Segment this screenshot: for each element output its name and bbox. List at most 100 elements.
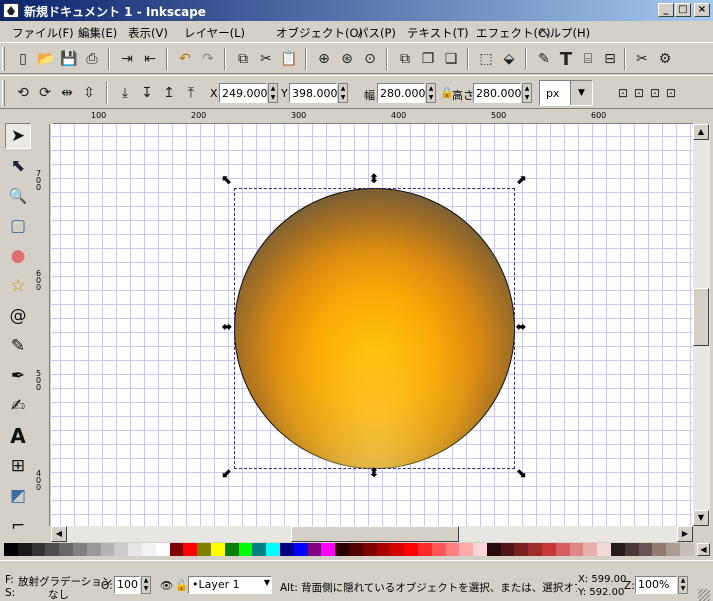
maximize-button[interactable]: □ — [675, 3, 691, 17]
import-icon[interactable]: ⇥ — [116, 48, 138, 70]
color-swatch[interactable] — [569, 543, 584, 556]
color-swatch[interactable] — [335, 543, 349, 556]
width-input[interactable]: 280.000 — [377, 83, 426, 103]
spiral-tool-icon[interactable]: @ — [5, 303, 31, 329]
color-swatch[interactable] — [666, 543, 681, 556]
height-input[interactable]: 280.000 — [473, 83, 522, 103]
color-swatch[interactable] — [72, 543, 87, 556]
color-swatch[interactable] — [266, 543, 280, 556]
color-swatch[interactable] — [169, 543, 184, 556]
horizontal-scroll-thumb[interactable] — [291, 526, 459, 542]
color-swatch[interactable] — [155, 543, 170, 556]
unlink-clone-icon[interactable]: ❏ — [440, 48, 462, 70]
menu-path[interactable]: パス(P) — [357, 25, 396, 41]
toolbar-grip[interactable] — [2, 80, 5, 106]
new-document-icon[interactable]: ▯ — [12, 48, 34, 70]
color-swatch[interactable] — [680, 543, 694, 556]
close-button[interactable]: × — [694, 3, 710, 17]
scale-handle-s[interactable]: ⬍ — [367, 467, 381, 481]
text-font-icon[interactable]: T — [555, 48, 577, 70]
duplicate-icon[interactable]: ⧉ — [394, 48, 416, 70]
clone-icon[interactable]: ❐ — [417, 48, 439, 70]
x-spinner[interactable]: ▲ ▼ — [268, 83, 278, 103]
color-swatch[interactable] — [238, 543, 253, 556]
print-icon[interactable]: ⎙ — [81, 48, 103, 70]
color-swatch[interactable] — [362, 543, 377, 556]
color-swatch[interactable] — [555, 543, 570, 556]
flip-horizontal-icon[interactable]: ⇹ — [56, 82, 78, 104]
color-swatch[interactable] — [4, 543, 18, 556]
color-swatch[interactable] — [45, 543, 60, 556]
scale-handle-w[interactable]: ⬌ — [220, 321, 234, 335]
zoom-page-icon[interactable]: ⊙ — [359, 48, 381, 70]
zoom-selection-icon[interactable]: ⊕ — [313, 48, 335, 70]
scale-handle-se[interactable]: ⬊ — [514, 467, 528, 481]
scroll-right-button[interactable]: ▶ — [677, 526, 693, 542]
color-swatch[interactable] — [652, 543, 667, 556]
menu-layer[interactable]: レイヤー(L) — [184, 25, 245, 41]
color-swatch[interactable] — [404, 543, 418, 556]
color-swatch[interactable] — [390, 543, 405, 556]
text-tool-icon[interactable]: A — [5, 423, 31, 449]
color-swatch[interactable] — [100, 543, 115, 556]
color-swatch[interactable] — [459, 543, 474, 556]
color-swatch[interactable] — [321, 543, 336, 556]
zoom-drawing-icon[interactable]: ⊛ — [336, 48, 358, 70]
star-tool-icon[interactable]: ☆ — [5, 273, 31, 299]
layer-select[interactable]: •Layer 1 ▼ — [188, 576, 272, 594]
raise-to-top-icon[interactable]: ⤒ — [180, 82, 202, 104]
horizontal-scrollbar[interactable]: ◀ ▶ — [51, 526, 693, 542]
vertical-scrollbar[interactable]: ▲ ▼ — [693, 124, 710, 526]
color-swatch[interactable] — [348, 543, 363, 556]
redo-icon[interactable]: ↷ — [197, 48, 219, 70]
calligraphy-tool-icon[interactable]: ✍ — [5, 393, 31, 419]
menu-file[interactable]: ファイル(F) — [12, 25, 74, 41]
flip-vertical-icon[interactable]: ⇳ — [78, 82, 100, 104]
color-swatch[interactable] — [197, 543, 211, 556]
opacity-input[interactable]: 100 — [114, 576, 140, 594]
color-swatch[interactable] — [597, 543, 612, 556]
layer-lock-icon[interactable]: 🔓 — [175, 579, 188, 592]
height-spinner[interactable]: ▲ ▼ — [522, 83, 532, 103]
scroll-down-button[interactable]: ▼ — [693, 510, 709, 526]
color-swatch[interactable] — [307, 543, 322, 556]
color-swatch[interactable] — [376, 543, 391, 556]
minimize-button[interactable]: _ — [658, 3, 674, 17]
pencil-tool-icon[interactable]: ✎ — [5, 333, 31, 359]
resize-grip[interactable] — [698, 589, 710, 601]
raise-icon[interactable]: ↥ — [158, 82, 180, 104]
color-swatch[interactable] — [128, 543, 142, 556]
color-swatch[interactable] — [514, 543, 529, 556]
zoom-input[interactable]: 100% — [635, 576, 677, 594]
chevron-down-icon[interactable]: ▼ — [570, 81, 592, 105]
color-swatch[interactable] — [183, 543, 198, 556]
zoom-tool-icon[interactable]: 🔍 — [5, 183, 31, 209]
ungroup-icon[interactable]: ⬙ — [498, 48, 520, 70]
vertical-scroll-thumb[interactable] — [693, 288, 709, 346]
export-icon[interactable]: ⇤ — [139, 48, 161, 70]
color-swatch[interactable] — [417, 543, 432, 556]
copy-icon[interactable]: ⧉ — [232, 48, 254, 70]
x-input[interactable]: 249.000 — [219, 83, 268, 103]
menu-view[interactable]: 表示(V) — [128, 25, 168, 41]
rotate-cw-icon[interactable]: ⟳ — [34, 82, 56, 104]
color-swatch[interactable] — [114, 543, 129, 556]
color-swatch[interactable] — [252, 543, 267, 556]
save-icon[interactable]: 💾 — [58, 48, 80, 70]
color-swatch[interactable] — [486, 543, 501, 556]
vertical-ruler[interactable]: 700 600 500 400 — [34, 124, 50, 526]
fill-stroke-icon[interactable]: ✎ — [533, 48, 555, 70]
color-swatch[interactable] — [210, 543, 225, 556]
color-swatch[interactable] — [31, 543, 46, 556]
open-icon[interactable]: 📂 — [35, 48, 57, 70]
paste-icon[interactable]: 📋 — [278, 48, 300, 70]
cut-icon[interactable]: ✂ — [255, 48, 277, 70]
toolbar-grip[interactable] — [2, 47, 5, 71]
menu-text[interactable]: テキスト(T) — [407, 25, 469, 41]
menu-help[interactable]: ヘルプ(H) — [538, 25, 590, 41]
lower-to-bottom-icon[interactable]: ⤓ — [114, 82, 136, 104]
group-icon[interactable]: ⬚ — [475, 48, 497, 70]
zoom-spinner[interactable]: ▲ ▼ — [678, 576, 688, 594]
color-swatch[interactable] — [542, 543, 556, 556]
y-spinner[interactable]: ▲ ▼ — [338, 83, 348, 103]
